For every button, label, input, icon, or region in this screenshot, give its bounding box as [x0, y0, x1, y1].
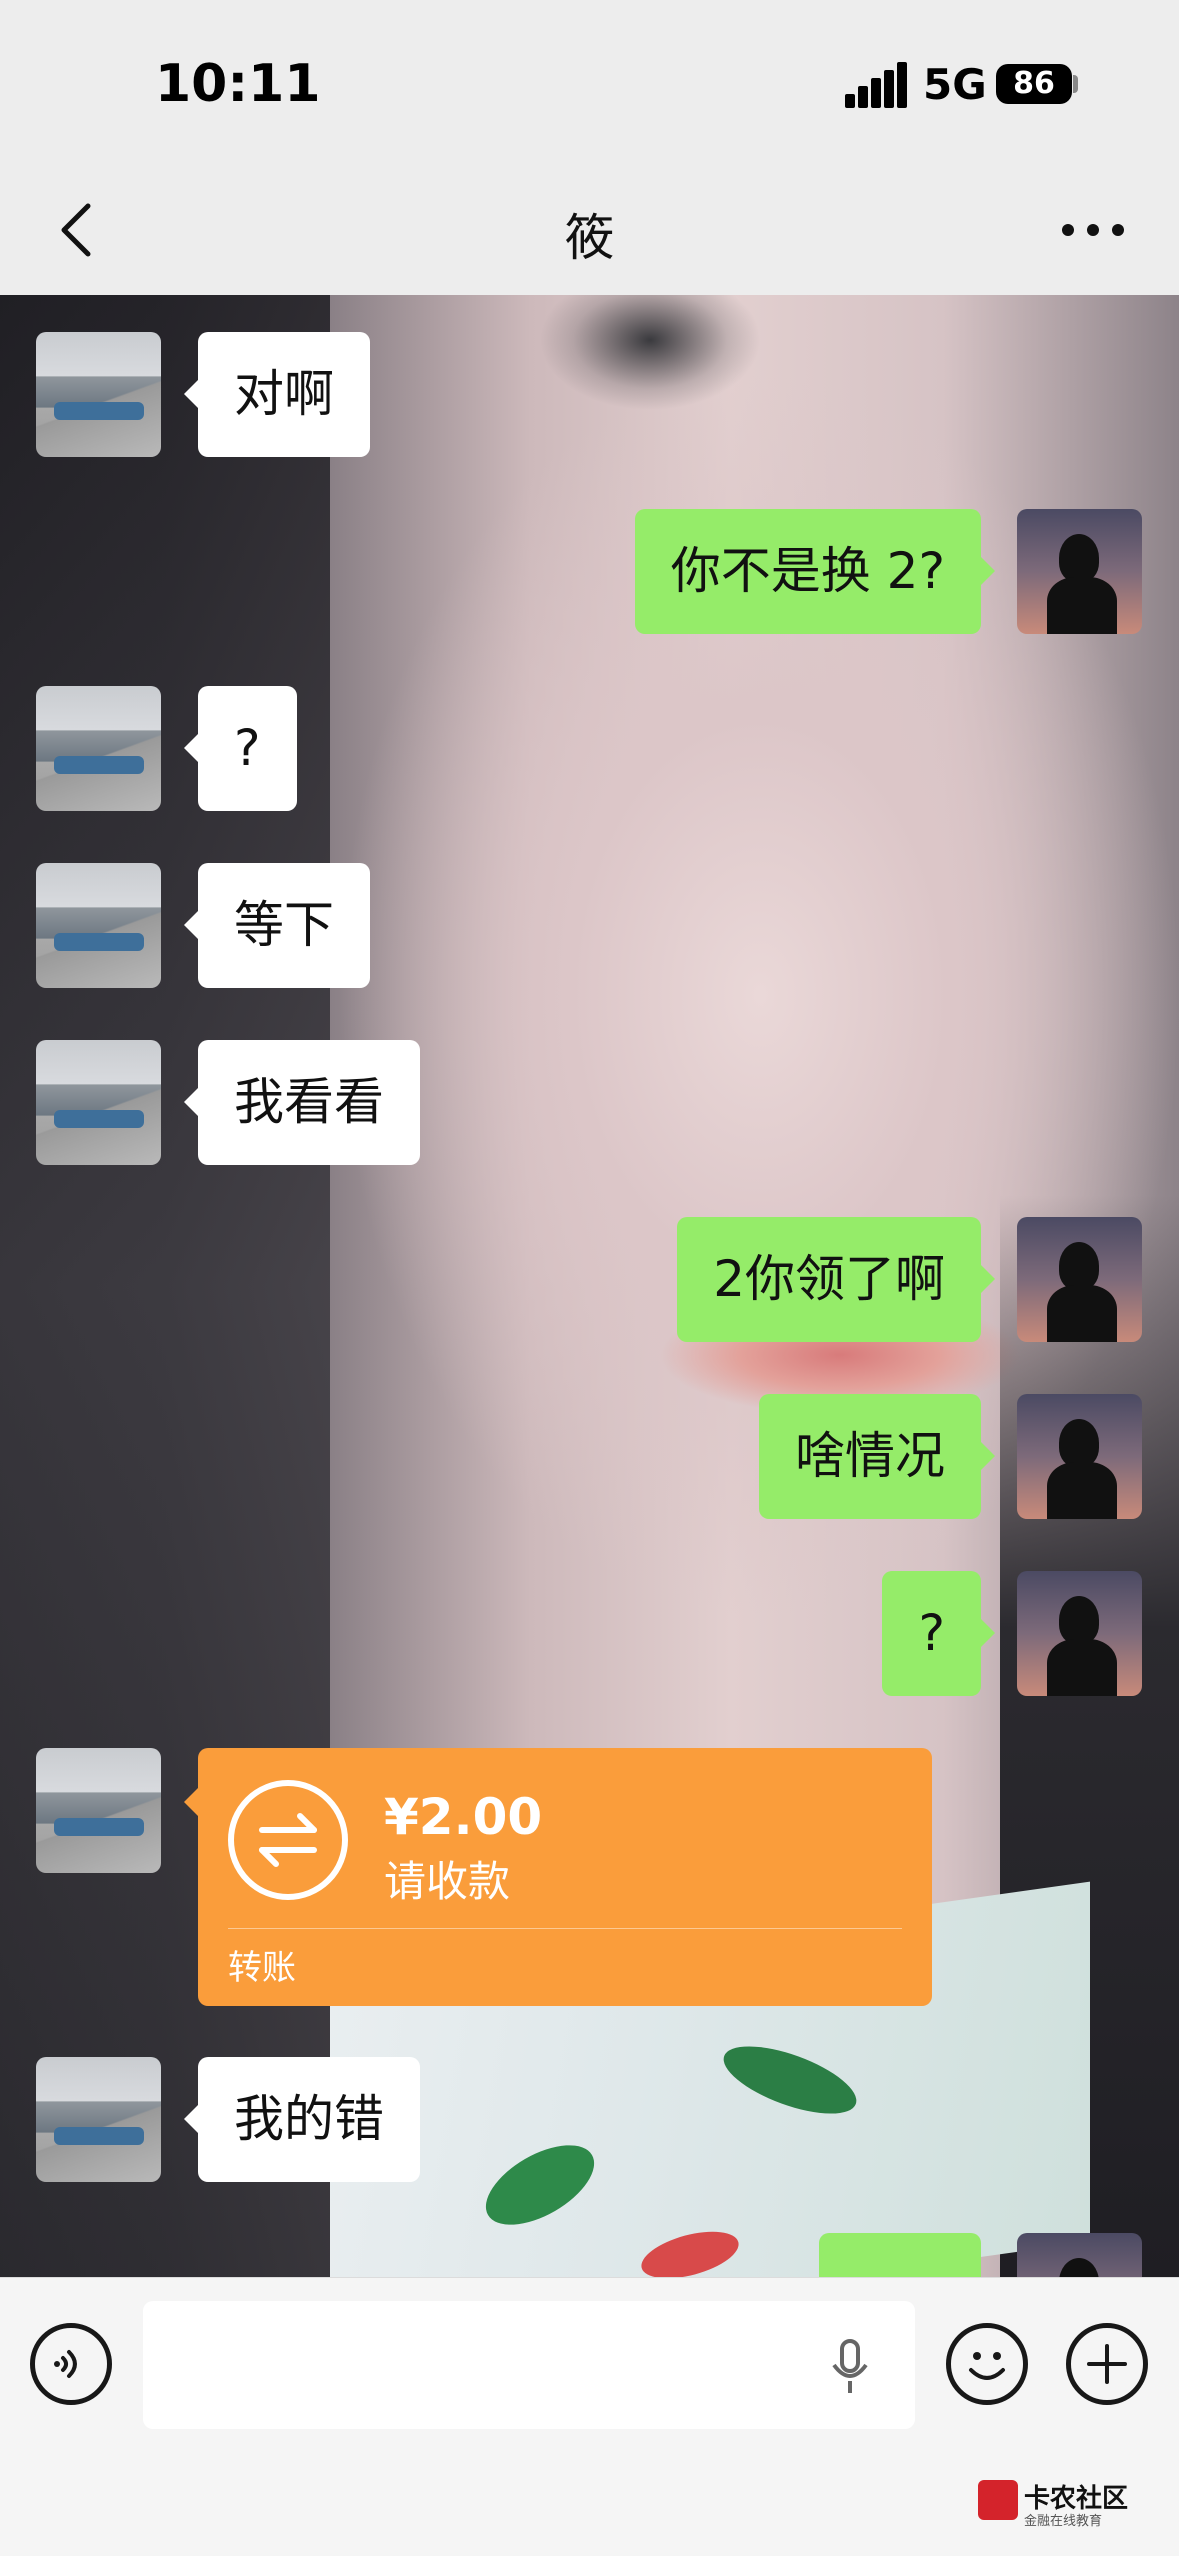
- chat-screen: 10:11 5G 86 筱 对啊 你不是换 2? ? 等下 我看看 2你领了啊 …: [0, 0, 1179, 2556]
- contact-avatar[interactable]: [36, 863, 161, 988]
- battery-icon: 86: [996, 64, 1072, 104]
- chat-title: 筱: [564, 209, 615, 267]
- signal-icon: [845, 62, 907, 108]
- watermark: 卡农社区 金融在线教育: [978, 2476, 1168, 2536]
- message-bubble-outgoing[interactable]: 你不是换 2?: [634, 509, 996, 634]
- contact-avatar[interactable]: [36, 1748, 161, 1873]
- my-avatar[interactable]: [1017, 1394, 1142, 1519]
- message-bubble-incoming[interactable]: 等下: [184, 863, 370, 988]
- watermark-subtitle: 金融在线教育: [1024, 2514, 1103, 2529]
- message-bubble-incoming[interactable]: 我看看: [184, 1040, 420, 1165]
- message-bubble-outgoing[interactable]: [819, 2233, 981, 2277]
- status-time: 10:11: [155, 54, 321, 114]
- plus-icon[interactable]: [1066, 2323, 1148, 2405]
- nav-bar: 筱: [0, 170, 1179, 295]
- network-type: 5G: [923, 60, 987, 109]
- transfer-label: 转账: [228, 1948, 296, 1988]
- my-avatar[interactable]: [1017, 1217, 1142, 1342]
- emoji-icon[interactable]: [946, 2323, 1028, 2405]
- my-avatar[interactable]: [1017, 2233, 1142, 2277]
- transfer-divider: [228, 1928, 902, 1929]
- battery-tip: [1073, 75, 1078, 93]
- message-bubble-outgoing[interactable]: 啥情况: [759, 1394, 995, 1519]
- message-bubble-incoming[interactable]: ?: [184, 686, 297, 811]
- microphone-icon[interactable]: [825, 2337, 875, 2397]
- message-bubble-outgoing[interactable]: ?: [882, 1571, 995, 1696]
- chat-area[interactable]: 对啊 你不是换 2? ? 等下 我看看 2你领了啊 啥情况 ? ¥2.00 请收…: [0, 295, 1179, 2277]
- message-input[interactable]: [143, 2301, 915, 2429]
- my-avatar[interactable]: [1017, 509, 1142, 634]
- transfer-card[interactable]: ¥2.00 请收款 转账: [184, 1748, 932, 2006]
- contact-avatar[interactable]: [36, 686, 161, 811]
- contact-avatar[interactable]: [36, 1040, 161, 1165]
- message-bubble-incoming[interactable]: 对啊: [184, 332, 370, 457]
- watermark-logo: [978, 2480, 1018, 2520]
- contact-avatar[interactable]: [36, 332, 161, 457]
- transfer-status: 请收款: [384, 1857, 511, 1906]
- voice-icon[interactable]: [30, 2323, 112, 2405]
- more-icon[interactable]: [1058, 220, 1128, 240]
- transfer-amount: ¥2.00: [384, 1788, 543, 1846]
- message-bubble-outgoing[interactable]: 2你领了啊: [677, 1217, 995, 1342]
- contact-avatar[interactable]: [36, 2057, 161, 2182]
- message-bubble-incoming[interactable]: 我的错: [184, 2057, 420, 2182]
- my-avatar[interactable]: [1017, 1571, 1142, 1696]
- transfer-icon: [228, 1780, 348, 1900]
- status-bar: 10:11 5G 86: [0, 0, 1179, 170]
